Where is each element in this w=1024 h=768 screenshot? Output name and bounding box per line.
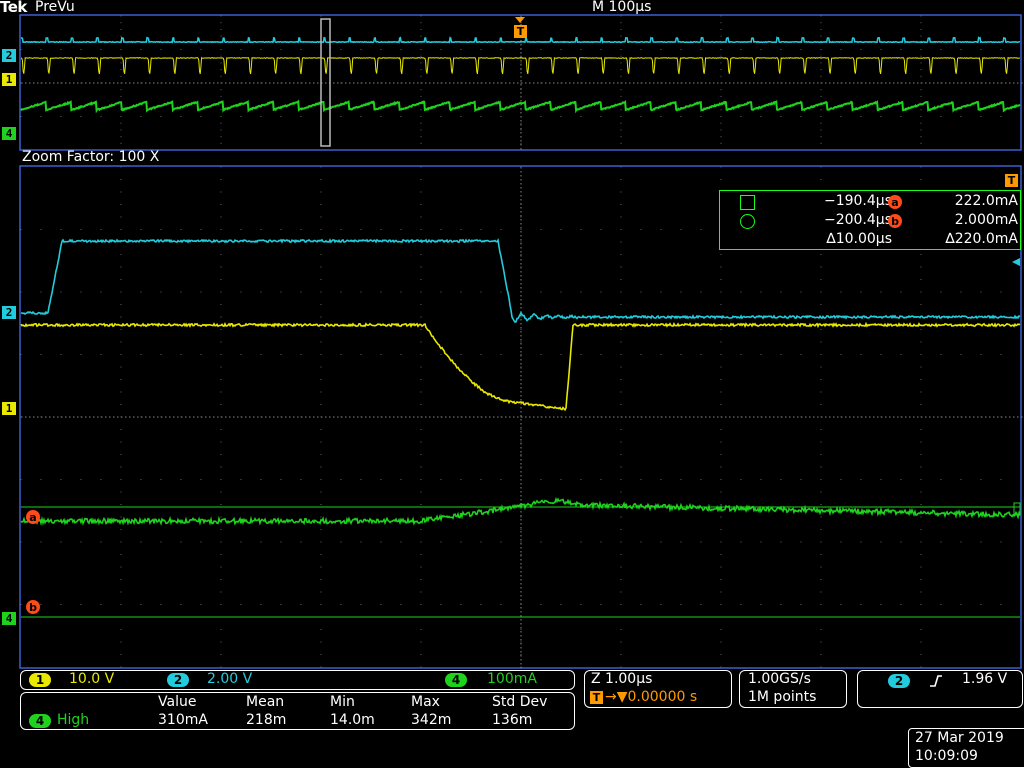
cursor-value-a: 222.0mA bbox=[926, 193, 1018, 209]
sample-rate: 1.00GS/s bbox=[748, 671, 811, 687]
measurement-header-mean: Mean bbox=[246, 694, 284, 710]
datetime-display: 27 Mar 2019 10:09:09 bbox=[908, 728, 1024, 768]
ch4-ground-marker[interactable]: 4 bbox=[2, 612, 16, 625]
overview-ch4-marker[interactable]: 4 bbox=[2, 127, 16, 140]
measurement-ch4-badge: 4 bbox=[29, 714, 51, 728]
cursor-time-a: −190.4µs bbox=[780, 193, 892, 209]
measurement-stddev: 136m bbox=[492, 712, 532, 728]
ch4-scale[interactable]: 100mA bbox=[487, 671, 537, 687]
measurement-value: 310mA bbox=[158, 712, 208, 728]
time-text: 10:09:09 bbox=[915, 747, 1024, 765]
cursor-a-icon: a bbox=[888, 195, 902, 209]
rising-edge-icon bbox=[928, 673, 944, 689]
overview-ch2-marker[interactable]: 2 bbox=[2, 49, 16, 62]
cursor-delta-value: ∆220.0mA bbox=[926, 231, 1018, 247]
trigger-source-badge: 2 bbox=[888, 674, 910, 688]
measurement-header-stddev: Std Dev bbox=[492, 694, 547, 710]
measurement-header-value: Value bbox=[158, 694, 196, 710]
record-length: 1M points bbox=[748, 689, 816, 705]
trigger-position-icon[interactable]: T bbox=[514, 25, 527, 38]
zoom-timebase-panel[interactable]: Z 1.00µs T →▼0.00000 s bbox=[584, 670, 732, 708]
measurement-header-min: Min bbox=[330, 694, 355, 710]
acquisition-panel[interactable]: 1.00GS/s 1M points bbox=[739, 670, 847, 708]
cursor-row-a: −190.4µs a 222.0mA bbox=[720, 193, 1020, 211]
cursor-delta-time: ∆10.00µs bbox=[780, 231, 892, 247]
measurement-header-max: Max bbox=[411, 694, 440, 710]
trigger-position-small-icon: T bbox=[590, 691, 603, 704]
acquisition-mode: PreVu bbox=[35, 0, 75, 15]
ch1-ground-marker[interactable]: 1 bbox=[2, 402, 16, 415]
overview-ch1-marker[interactable]: 1 bbox=[2, 73, 16, 86]
measurement-min: 14.0m bbox=[330, 712, 375, 728]
horizontal-scale[interactable]: M 100µs bbox=[592, 0, 651, 15]
zoom-trigger-icon[interactable]: T bbox=[1005, 174, 1018, 187]
ch2-badge[interactable]: 2 bbox=[167, 673, 189, 687]
trigger-panel[interactable]: 2 1.96 V bbox=[857, 670, 1023, 708]
cursor-readout: −190.4µs a 222.0mA −200.4µs b 2.000mA ∆1… bbox=[719, 190, 1021, 250]
ch1-scale[interactable]: 10.0 V bbox=[69, 671, 114, 687]
cursor-a-marker[interactable]: a bbox=[26, 510, 40, 524]
ch1-badge[interactable]: 1 bbox=[29, 673, 51, 687]
trigger-position-value: →▼0.00000 s bbox=[605, 689, 697, 705]
zoom-scale: Z 1.00µs bbox=[591, 671, 652, 687]
ch2-scale[interactable]: 2.00 V bbox=[207, 671, 252, 687]
cursor-b-icon: b bbox=[888, 214, 902, 228]
cursor-row-b: −200.4µs b 2.000mA bbox=[720, 212, 1020, 230]
cursor-value-b: 2.000mA bbox=[926, 212, 1018, 228]
ch2-ground-marker[interactable]: 2 bbox=[2, 306, 16, 319]
circle-cursor-icon bbox=[740, 214, 755, 229]
cursor-row-delta: ∆10.00µs ∆220.0mA bbox=[720, 231, 1020, 249]
square-cursor-icon bbox=[740, 195, 755, 210]
channel-scale-panel: 1 10.0 V 2 2.00 V 4 100mA bbox=[20, 670, 575, 690]
ch4-badge[interactable]: 4 bbox=[445, 673, 467, 687]
measurement-name: High bbox=[57, 712, 89, 728]
overview-graticule bbox=[0, 14, 1024, 152]
date-text: 27 Mar 2019 bbox=[915, 729, 1024, 747]
measurement-panel[interactable]: 4 High Value Mean Min Max Std Dev 310mA … bbox=[20, 692, 575, 730]
measurement-max: 342m bbox=[411, 712, 451, 728]
trigger-level: 1.96 V bbox=[962, 671, 1007, 687]
zoom-factor-label: Zoom Factor: 100 X bbox=[22, 149, 159, 165]
measurement-mean: 218m bbox=[246, 712, 286, 728]
cursor-b-marker[interactable]: b bbox=[26, 600, 40, 614]
cursor-time-b: −200.4µs bbox=[780, 212, 892, 228]
